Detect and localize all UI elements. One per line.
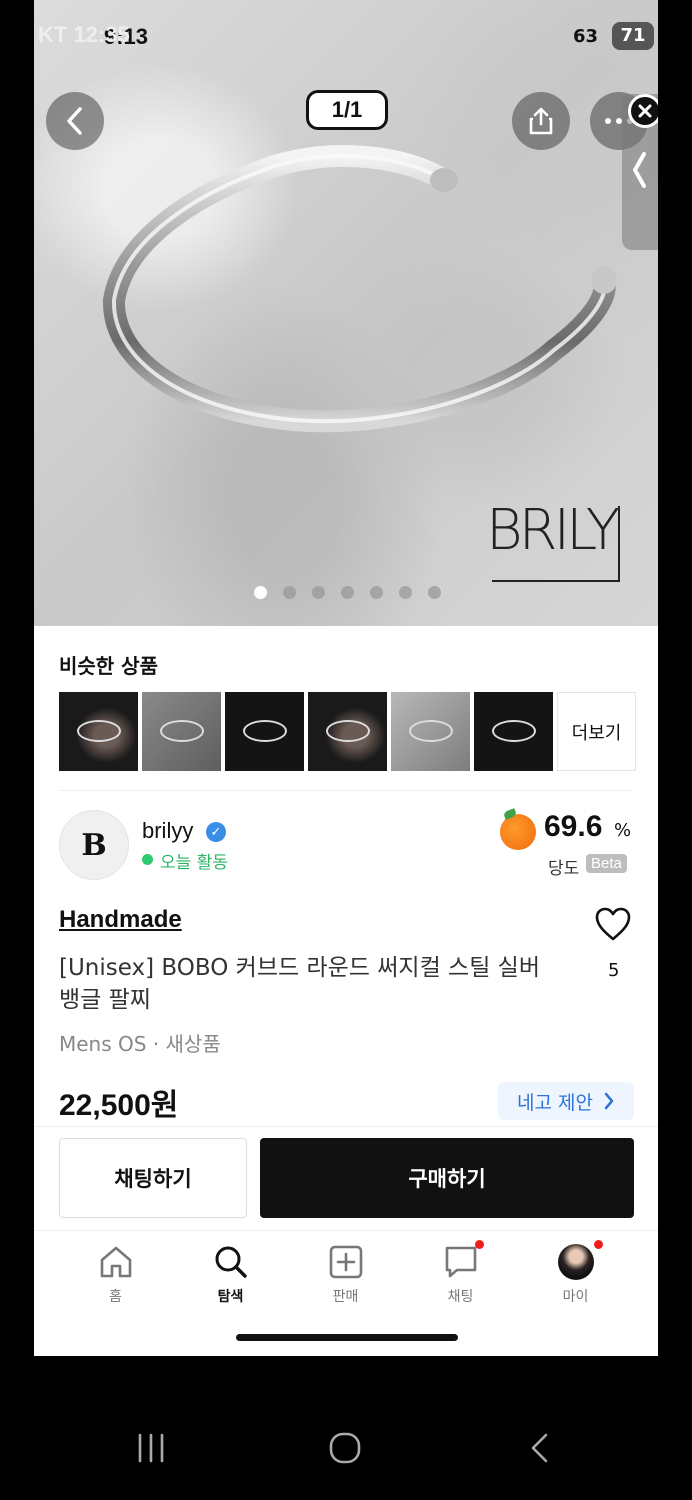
nav-home-label: 홈 <box>109 1289 122 1305</box>
device-status-bar: KT 12:35 71 <box>0 0 692 72</box>
product-price: 22,500원 <box>59 1089 179 1122</box>
similar-product-thumb[interactable] <box>225 692 304 771</box>
chat-button[interactable]: 채팅하기 <box>59 1138 247 1218</box>
nav-my[interactable]: 마이 <box>518 1236 633 1316</box>
verified-check-icon: ✓ <box>206 822 226 842</box>
image-counter: 1/1 <box>306 90 388 130</box>
carrier-time: KT 12:35 <box>38 22 130 47</box>
profile-avatar <box>557 1244 594 1280</box>
nav-sell[interactable]: 판매 <box>288 1236 403 1316</box>
seller-score-unit: % <box>614 820 632 841</box>
product-image-gallery[interactable]: 9:13 63 BRILY 1/1 <box>34 0 658 626</box>
buy-button[interactable]: 구매하기 <box>260 1138 634 1218</box>
brand-underline <box>492 580 620 582</box>
seller-avatar[interactable]: B <box>59 810 129 880</box>
nav-chat[interactable]: 채팅 <box>403 1236 518 1316</box>
system-navigation-bar <box>0 1410 692 1500</box>
divider <box>34 1126 658 1127</box>
notification-dot <box>475 1240 484 1249</box>
carousel-dot[interactable] <box>312 586 325 599</box>
nav-chat-label: 채팅 <box>447 1289 474 1305</box>
divider <box>59 790 633 791</box>
carousel-dot[interactable] <box>428 586 441 599</box>
heart-icon <box>595 907 631 941</box>
seller-activity-status: 오늘 활동 <box>160 853 228 873</box>
battery-indicator: 71 <box>612 22 654 50</box>
seller-name[interactable]: brilyy <box>142 818 193 844</box>
nav-search[interactable]: 탐색 <box>173 1236 288 1316</box>
home-indicator <box>236 1334 458 1341</box>
home-icon <box>100 1246 131 1278</box>
similar-products-list: 더보기 <box>59 692 636 771</box>
search-icon <box>215 1246 247 1278</box>
carousel-dot[interactable] <box>341 586 354 599</box>
carousel-dot[interactable] <box>283 586 296 599</box>
active-status-dot <box>142 854 153 865</box>
negotiate-button[interactable]: 네고 제안 <box>498 1082 634 1120</box>
similar-product-thumb[interactable] <box>142 692 221 771</box>
brand-vertical-line <box>618 506 620 582</box>
product-meta: Mens OS · 새상품 <box>59 1032 221 1056</box>
bottom-navigation: 홈 탐색 판매 채팅 마이 <box>34 1236 658 1316</box>
similar-more-button[interactable]: 더보기 <box>557 692 636 771</box>
carousel-dot[interactable] <box>399 586 412 599</box>
brand-watermark: BRILY <box>486 498 620 563</box>
share-icon <box>529 107 553 135</box>
back-button[interactable] <box>46 92 104 150</box>
nav-my-label: 마이 <box>562 1289 589 1305</box>
nav-home[interactable]: 홈 <box>58 1236 173 1316</box>
seller-score-value: 69.6 <box>544 810 603 843</box>
nav-sell-label: 판매 <box>332 1289 359 1305</box>
carousel-dot[interactable] <box>370 586 383 599</box>
recent-apps-icon[interactable] <box>134 1432 168 1464</box>
like-count: 5 <box>608 960 620 981</box>
back-arrow-icon[interactable] <box>524 1432 558 1464</box>
home-circle-icon[interactable] <box>328 1432 362 1464</box>
beta-badge: Beta <box>586 854 627 873</box>
app-screen: 9:13 63 BRILY 1/1 비슷한 상품 더보기 B brilyy ✓ … <box>34 0 658 1356</box>
chevron-left-icon <box>633 152 646 188</box>
share-button[interactable] <box>512 92 570 150</box>
negotiate-label: 네고 제안 <box>517 1091 593 1114</box>
seller-score-label[interactable]: 당도 <box>548 854 579 879</box>
similar-product-thumb[interactable] <box>308 692 387 771</box>
similar-product-thumb[interactable] <box>59 692 138 771</box>
close-overlay-button[interactable] <box>628 94 658 128</box>
similar-products-title: 비슷한 상품 <box>59 654 158 678</box>
chevron-left-icon <box>67 107 82 135</box>
carousel-dots <box>254 586 441 599</box>
product-title: [Unisex] BOBO 커브드 라운드 써지컬 스틸 실버 뱅글 팔찌 <box>59 955 540 1013</box>
product-category-link[interactable]: Handmade <box>59 906 182 934</box>
similar-product-thumb[interactable] <box>474 692 553 771</box>
divider <box>34 1230 658 1231</box>
carousel-dot[interactable] <box>254 586 267 599</box>
nav-search-label: 탐색 <box>217 1289 244 1305</box>
notification-dot <box>594 1240 603 1249</box>
like-button[interactable] <box>594 906 632 946</box>
chat-bubble-icon <box>445 1246 476 1278</box>
chevron-right-icon <box>604 1092 614 1110</box>
similar-product-thumb[interactable] <box>391 692 470 771</box>
close-icon <box>638 104 652 118</box>
plus-square-icon <box>329 1245 362 1279</box>
